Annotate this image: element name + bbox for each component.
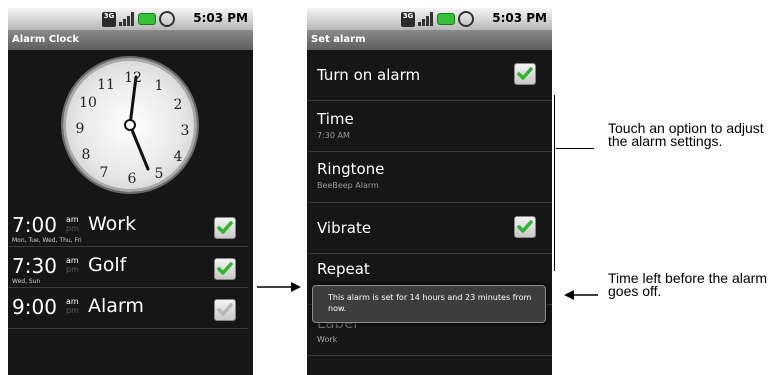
clock-numeral: 7 (99, 165, 109, 181)
pm-label: pm (66, 265, 79, 274)
option-value: Work (317, 335, 338, 344)
clock-numeral: 10 (79, 95, 97, 111)
alarm-list-item[interactable]: 7:30 am pm Golf Wed, Sun (8, 247, 248, 288)
set-alarm-screen: 3G 5:03 PM Set alarm Turn on alarm Time … (307, 8, 552, 375)
option-label: Vibrate (317, 219, 372, 237)
alarm-time: 7:30 (12, 254, 57, 278)
pm-label: pm (66, 306, 79, 315)
status-bar: 3G 5:03 PM (8, 8, 253, 30)
status-time: 5:03 PM (193, 11, 248, 25)
am-pm-indicator: am pm (66, 215, 79, 233)
alarm-name: Golf (88, 254, 127, 276)
check-icon (517, 67, 533, 80)
page-title: Alarm Clock (8, 30, 253, 50)
option-label: Turn on alarm (317, 66, 421, 84)
clock-numeral: 6 (127, 171, 137, 187)
status-time: 5:03 PM (492, 11, 547, 25)
signal-icon (119, 12, 135, 26)
alarm-set-toast: This alarm is set for 14 hours and 23 mi… (312, 285, 546, 323)
arrow-left-icon (564, 290, 598, 300)
alarm-days: Wed, Sun (12, 278, 41, 285)
options-annotation: Touch an option to adjust the alarm sett… (608, 120, 764, 149)
options-leader-line (556, 148, 594, 149)
option-value: BeeBeep Alarm (317, 181, 379, 190)
network-3g-icon: 3G (401, 11, 415, 27)
page-title: Set alarm (307, 30, 552, 50)
toast-message: This alarm is set for 14 hours and 23 mi… (328, 293, 532, 313)
option-value: 7:30 AM (317, 131, 350, 140)
clock-numeral: 2 (173, 97, 183, 113)
alarm-enabled-checkbox[interactable] (214, 299, 236, 321)
alarm-time: 9:00 (12, 295, 57, 319)
option-label: Ringtone (317, 160, 385, 178)
hour-hand (128, 123, 150, 171)
clock-numeral: 3 (180, 123, 190, 139)
clock-numeral: 11 (97, 77, 115, 93)
alarm-name: Work (88, 213, 137, 235)
arrow-right-icon (257, 282, 301, 292)
am-pm-indicator: am pm (66, 297, 79, 315)
alarm-days: Mon, Tue, Wed, Thu, Fri (12, 237, 82, 244)
turn-on-alarm-checkbox[interactable] (514, 63, 536, 85)
am-label: am (66, 256, 79, 265)
vibrate-option[interactable]: Vibrate (307, 203, 552, 254)
time-option[interactable]: Time 7:30 AM (307, 101, 552, 152)
clock-numeral: 5 (154, 166, 164, 182)
status-bar: 3G 5:03 PM (307, 8, 552, 30)
analog-clock[interactable]: 12 1 2 3 4 5 6 7 8 9 10 11 (63, 58, 197, 192)
check-icon (517, 220, 533, 233)
alarm-name: Alarm (88, 295, 144, 317)
vibrate-checkbox[interactable] (514, 216, 536, 238)
turn-on-alarm-option[interactable]: Turn on alarm (307, 50, 552, 101)
clock-numeral: 8 (81, 147, 91, 163)
check-icon (217, 303, 233, 316)
clock-numeral: 1 (154, 78, 164, 94)
alarm-status-icon (159, 11, 175, 27)
alarm-status-icon (458, 11, 474, 27)
alarm-enabled-checkbox[interactable] (214, 258, 236, 280)
network-3g-icon: 3G (102, 11, 116, 27)
check-icon (217, 221, 233, 234)
alarm-list-item[interactable]: 9:00 am pm Alarm (8, 288, 248, 329)
am-label: am (66, 297, 79, 306)
clock-numeral: 12 (124, 70, 142, 86)
alarm-time: 7:00 (12, 213, 57, 237)
battery-icon (138, 13, 156, 25)
alarm-clock-screen: 3G 5:03 PM Alarm Clock 12 1 2 3 4 5 6 7 … (8, 8, 253, 375)
clock-numeral: 4 (173, 149, 183, 165)
am-pm-indicator: am pm (66, 256, 79, 274)
options-bracket (554, 95, 555, 271)
alarm-list-item[interactable]: 7:00 am pm Work Mon, Tue, Wed, Thu, Fri (8, 206, 248, 247)
alarm-enabled-checkbox[interactable] (214, 217, 236, 239)
ringtone-option[interactable]: Ringtone BeeBeep Alarm (307, 152, 552, 203)
battery-icon (437, 13, 455, 25)
time-left-annotation: Time left before the alarm goes off. (608, 270, 767, 299)
am-label: am (66, 215, 79, 224)
check-icon (217, 262, 233, 275)
option-label: Repeat (317, 260, 370, 278)
pm-label: pm (66, 224, 79, 233)
option-label: Time (317, 110, 354, 128)
clock-center (124, 119, 136, 131)
clock-numeral: 9 (75, 121, 85, 137)
signal-icon (418, 12, 434, 26)
